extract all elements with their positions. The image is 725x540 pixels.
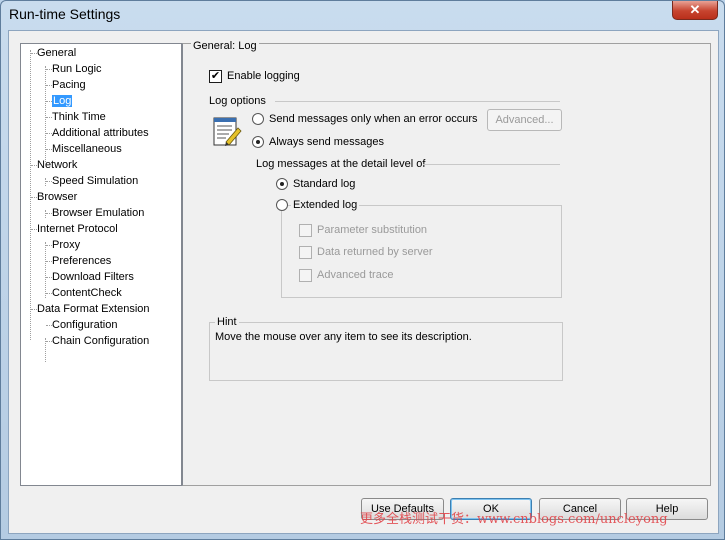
tree-item-speed-simulation[interactable]: Speed Simulation bbox=[46, 174, 138, 188]
close-button[interactable]: ✕ bbox=[672, 1, 718, 20]
tree-item-think-time[interactable]: Think Time bbox=[46, 110, 106, 124]
tree-item-miscellaneous[interactable]: Miscellaneous bbox=[46, 142, 122, 156]
tree-item-pacing[interactable]: Pacing bbox=[46, 78, 86, 92]
tree-item-data-format-extension[interactable]: Data Format Extension bbox=[31, 302, 150, 316]
advanced-trace-label: Advanced trace bbox=[317, 269, 394, 281]
tree-item-browser-emulation[interactable]: Browser Emulation bbox=[46, 206, 144, 220]
hint-text: Move the mouse over any item to see its … bbox=[215, 331, 472, 343]
tree-item-run-logic[interactable]: Run Logic bbox=[46, 62, 102, 76]
tree-item-network[interactable]: Network bbox=[31, 158, 77, 172]
enable-logging-checkbox[interactable]: ✔ bbox=[209, 70, 222, 83]
log-options-divider bbox=[275, 101, 560, 102]
runtime-settings-window: Run-time Settings ✕ General Run Logic Pa… bbox=[0, 0, 725, 540]
advanced-button[interactable]: Advanced... bbox=[487, 109, 562, 131]
enable-logging-label[interactable]: Enable logging bbox=[227, 70, 300, 82]
settings-tree[interactable]: General Run Logic Pacing Log Think Time … bbox=[20, 43, 182, 486]
tree-item-chain-configuration[interactable]: Chain Configuration bbox=[46, 334, 149, 348]
window-title: Run-time Settings bbox=[9, 6, 121, 22]
title-bar[interactable]: Run-time Settings ✕ bbox=[1, 1, 724, 29]
extended-log-radio[interactable] bbox=[276, 199, 288, 211]
always-send-label[interactable]: Always send messages bbox=[269, 136, 384, 148]
hint-label: Hint bbox=[215, 316, 239, 328]
tree-item-preferences[interactable]: Preferences bbox=[46, 254, 111, 268]
extended-log-label[interactable]: Extended log bbox=[291, 199, 360, 211]
panel-title: General: Log bbox=[191, 40, 259, 52]
parameter-substitution-label: Parameter substitution bbox=[317, 224, 428, 236]
data-returned-label: Data returned by server bbox=[317, 246, 433, 258]
detail-level-divider bbox=[423, 164, 560, 165]
standard-log-radio[interactable] bbox=[276, 178, 288, 190]
notepad-log-icon bbox=[213, 117, 242, 146]
log-options-label: Log options bbox=[209, 95, 266, 107]
tree-item-browser[interactable]: Browser bbox=[31, 190, 77, 204]
tree-item-additional-attributes[interactable]: Additional attributes bbox=[46, 126, 149, 140]
tree-item-contentcheck[interactable]: ContentCheck bbox=[46, 286, 122, 300]
tree-item-internet-protocol[interactable]: Internet Protocol bbox=[31, 222, 118, 236]
tree-item-download-filters[interactable]: Download Filters bbox=[46, 270, 134, 284]
tree-item-log[interactable]: Log bbox=[46, 94, 73, 108]
send-on-error-label[interactable]: Send messages only when an error occurs bbox=[269, 113, 478, 125]
detail-level-label: Log messages at the detail level of bbox=[256, 158, 426, 170]
standard-log-label[interactable]: Standard log bbox=[293, 178, 355, 190]
dialog-client-area: General Run Logic Pacing Log Think Time … bbox=[8, 30, 719, 534]
tree-item-configuration[interactable]: Configuration bbox=[46, 318, 117, 332]
parameter-substitution-checkbox[interactable] bbox=[299, 224, 312, 237]
tree-item-general[interactable]: General bbox=[31, 46, 76, 60]
send-on-error-radio[interactable] bbox=[252, 113, 264, 125]
data-returned-checkbox[interactable] bbox=[299, 246, 312, 259]
always-send-radio[interactable] bbox=[252, 136, 264, 148]
watermark-text: 更多全栈测试干货：www.cnblogs.com/uncleyong bbox=[360, 512, 668, 527]
tree-item-proxy[interactable]: Proxy bbox=[46, 238, 80, 252]
advanced-trace-checkbox[interactable] bbox=[299, 269, 312, 282]
